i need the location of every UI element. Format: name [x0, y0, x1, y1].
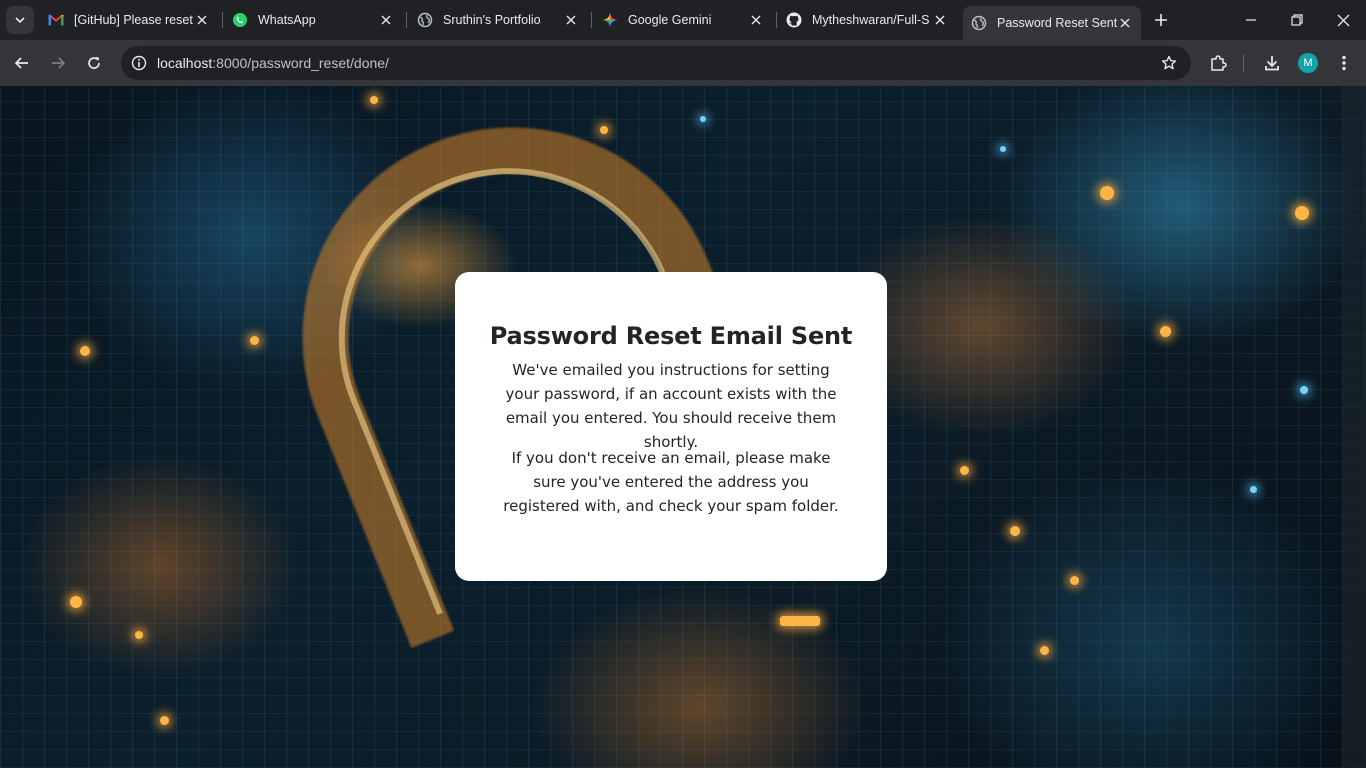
light-dot	[80, 346, 90, 356]
tab-separator	[406, 12, 407, 28]
tab-title: Password Reset Sent	[997, 16, 1117, 30]
tab-title: Google Gemini	[628, 13, 712, 27]
light-dot	[600, 126, 608, 134]
close-icon[interactable]	[932, 12, 948, 28]
extensions-button[interactable]	[1204, 49, 1232, 77]
tab-title: Mytheshwaran/Full-S	[812, 13, 930, 27]
reload-button[interactable]	[80, 49, 108, 77]
light-dot	[1250, 486, 1257, 493]
light-dot	[1295, 206, 1309, 220]
kebab-menu-icon	[1342, 55, 1346, 71]
minimize-button[interactable]	[1228, 0, 1274, 40]
address-bar[interactable]: localhost:8000/password_reset/done/	[121, 46, 1191, 80]
back-button[interactable]	[8, 49, 36, 77]
new-tab-button[interactable]	[1150, 9, 1172, 31]
gemini-icon	[602, 12, 618, 28]
tab-separator	[222, 12, 223, 28]
url-text: localhost:8000/password_reset/done/	[157, 55, 389, 71]
light-dot	[160, 716, 169, 725]
tab-portfolio[interactable]: Sruthin's Portfolio	[409, 5, 587, 35]
light-dot	[1100, 186, 1114, 200]
close-icon[interactable]	[1117, 15, 1133, 31]
light-dot	[250, 336, 259, 345]
tab-separator	[591, 12, 592, 28]
close-icon	[1337, 14, 1349, 26]
light-dot	[70, 596, 82, 608]
light-dot	[1070, 576, 1079, 585]
tab-whatsapp[interactable]: WhatsApp	[224, 5, 402, 35]
browser-menu-button[interactable]	[1330, 49, 1358, 77]
light-dot	[1010, 526, 1020, 536]
github-icon	[786, 12, 802, 28]
globe-icon	[971, 15, 987, 31]
light-dot	[1000, 146, 1006, 152]
light-dot	[1300, 386, 1308, 394]
browser-toolbar: localhost:8000/password_reset/done/	[0, 40, 1366, 86]
light-dot	[1040, 646, 1049, 655]
tab-gemini[interactable]: Google Gemini	[594, 5, 772, 35]
whatsapp-icon	[232, 12, 248, 28]
tab-title: WhatsApp	[258, 13, 316, 27]
light-dot	[700, 116, 706, 122]
profile-avatar[interactable]: M	[1298, 53, 1318, 73]
tab-title: Sruthin's Portfolio	[443, 13, 541, 27]
tab-github-repo[interactable]: Mytheshwaran/Full-S	[778, 5, 956, 35]
tab-search-button[interactable]	[6, 6, 34, 34]
close-icon[interactable]	[563, 12, 579, 28]
chevron-down-icon	[15, 17, 25, 24]
bookmark-star-icon[interactable]	[1159, 53, 1179, 73]
spam-hint-paragraph: If you don't receive an email, please ma…	[503, 449, 839, 515]
tab-password-reset-sent[interactable]: Password Reset Sent	[963, 6, 1141, 40]
page-viewport: Password Reset Email Sent We've emailed …	[0, 86, 1366, 768]
plus-icon	[1155, 14, 1167, 26]
page-title: Password Reset Email Sent	[489, 322, 853, 350]
gmail-icon	[48, 12, 64, 28]
light-bar	[780, 616, 820, 626]
reload-icon	[88, 57, 100, 69]
light-dot	[370, 96, 378, 104]
close-window-button[interactable]	[1320, 0, 1366, 40]
tab-title: [GitHub] Please reset	[74, 13, 193, 27]
arrow-left-icon	[14, 57, 28, 69]
url-path: :8000/password_reset/done/	[212, 55, 389, 71]
forward-button[interactable]	[44, 49, 72, 77]
close-icon[interactable]	[748, 12, 764, 28]
reset-confirmation-card: Password Reset Email Sent We've emailed …	[455, 272, 887, 581]
light-dot	[960, 466, 969, 475]
close-icon[interactable]	[194, 12, 210, 28]
url-host: localhost	[157, 55, 213, 71]
puzzle-icon	[1211, 55, 1227, 71]
site-info-icon[interactable]	[129, 53, 149, 73]
restore-icon	[1291, 14, 1303, 26]
arrow-right-icon	[52, 57, 66, 69]
tab-strip: [GitHub] Please reset WhatsApp Sruthin's…	[0, 0, 1366, 40]
toolbar-divider	[1243, 54, 1244, 72]
close-icon[interactable]	[378, 12, 394, 28]
instructions-paragraph: We've emailed you instructions for setti…	[505, 361, 837, 451]
page-edge-shade	[1342, 86, 1366, 768]
tab-github-reset[interactable]: [GitHub] Please reset	[40, 5, 218, 35]
downloads-button[interactable]	[1258, 49, 1286, 77]
light-dot	[135, 631, 143, 639]
restore-button[interactable]	[1274, 0, 1320, 40]
light-dot	[1160, 326, 1171, 337]
minimize-icon	[1246, 19, 1256, 21]
tab-separator	[776, 12, 777, 28]
download-icon	[1265, 56, 1279, 71]
globe-icon	[417, 12, 433, 28]
